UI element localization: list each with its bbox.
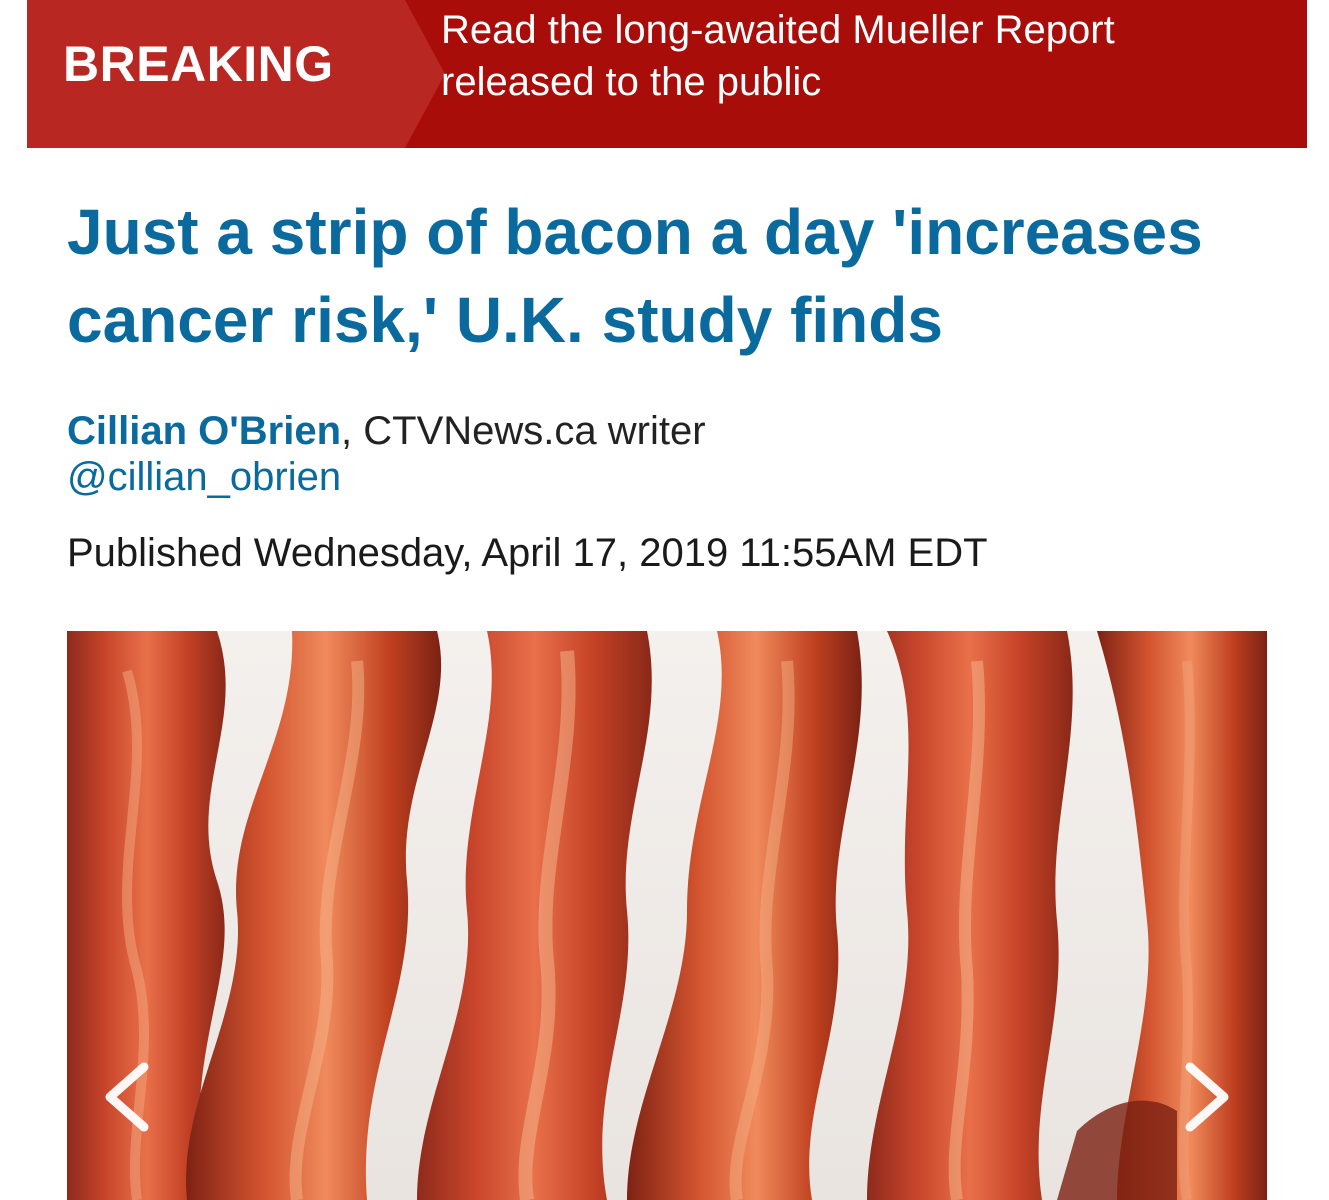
breaking-label: BREAKING	[63, 36, 334, 92]
author-name-link[interactable]: Cillian O'Brien	[67, 409, 341, 453]
byline: Cillian O'Brien, CTVNews.ca writer @cill…	[67, 408, 1267, 500]
breaking-news-banner[interactable]: BREAKING Read the long-awaited Mueller R…	[27, 0, 1307, 148]
gallery-prev-button[interactable]	[92, 1052, 162, 1142]
publish-date: Published Wednesday, April 17, 2019 11:5…	[67, 531, 988, 575]
chevron-right-icon	[1185, 1062, 1229, 1132]
chevron-left-icon	[105, 1062, 149, 1132]
breaking-tag: BREAKING	[27, 0, 445, 148]
breaking-headline-link[interactable]: Read the long-awaited Mueller Report rel…	[441, 4, 1261, 108]
article-photo	[67, 631, 1267, 1200]
gallery-next-button[interactable]	[1172, 1052, 1242, 1142]
bacon-image	[67, 631, 1267, 1200]
twitter-handle-link[interactable]: @cillian_obrien	[67, 454, 1267, 500]
article-headline: Just a strip of bacon a day 'increases c…	[67, 196, 1203, 356]
author-role: , CTVNews.ca writer	[341, 409, 706, 453]
